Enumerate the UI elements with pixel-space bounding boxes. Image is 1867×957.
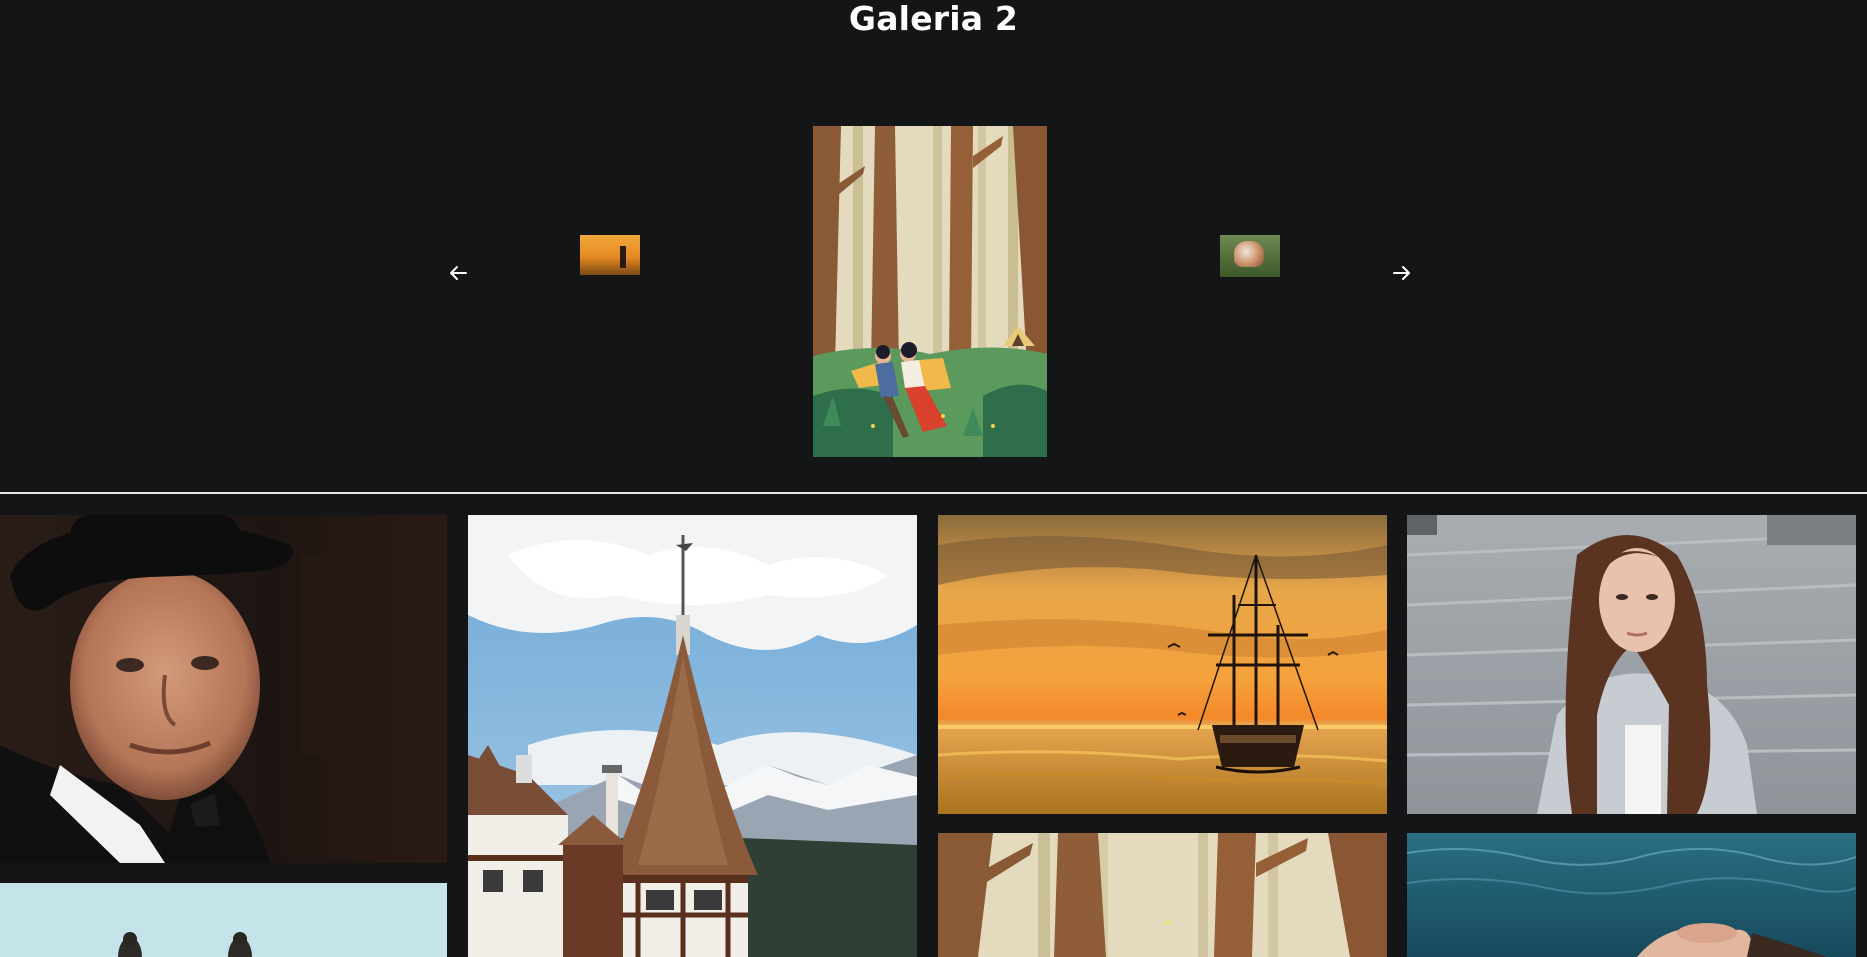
forest-illustration-image [938, 833, 1387, 957]
water-portrait-image [1407, 833, 1856, 957]
gallery-page: Galeria 2 [0, 0, 1867, 957]
carousel-thumb-previous[interactable] [580, 235, 640, 275]
forest-picnic-image [813, 126, 1047, 457]
gallery-tile-man-in-top-hat[interactable] [0, 515, 447, 863]
couple-beach-image [0, 883, 447, 957]
woman-portrait-image [1407, 515, 1856, 814]
gallery-tile-couple-on-beach[interactable] [0, 883, 447, 957]
ship-sunset-image [938, 515, 1387, 814]
gallery-tile-woman-in-water[interactable] [1407, 833, 1856, 957]
carousel-prev-button[interactable] [438, 253, 478, 293]
carousel: Galeria 2 [0, 0, 1867, 490]
carousel-next-button[interactable] [1382, 253, 1422, 293]
arrow-left-icon [450, 266, 467, 280]
page-title: Galeria 2 [848, 0, 1019, 38]
gallery-grid [0, 515, 1867, 957]
arrow-right-icon [1393, 266, 1410, 280]
man-portrait-image [0, 515, 447, 863]
gallery-tile-forest-picnic[interactable] [938, 833, 1387, 957]
gallery-tile-church-spire[interactable] [468, 515, 917, 957]
gallery-tile-ship-at-sunset[interactable] [938, 515, 1387, 814]
carousel-thumb-next[interactable] [1220, 235, 1280, 277]
church-spire-image [468, 515, 917, 957]
dogs-thumbnail-image [1234, 241, 1264, 267]
divider [0, 492, 1867, 494]
ship-thumbnail-image [620, 246, 626, 268]
gallery-tile-woman-on-pier[interactable] [1407, 515, 1856, 814]
carousel-current-slide[interactable] [813, 126, 1047, 457]
